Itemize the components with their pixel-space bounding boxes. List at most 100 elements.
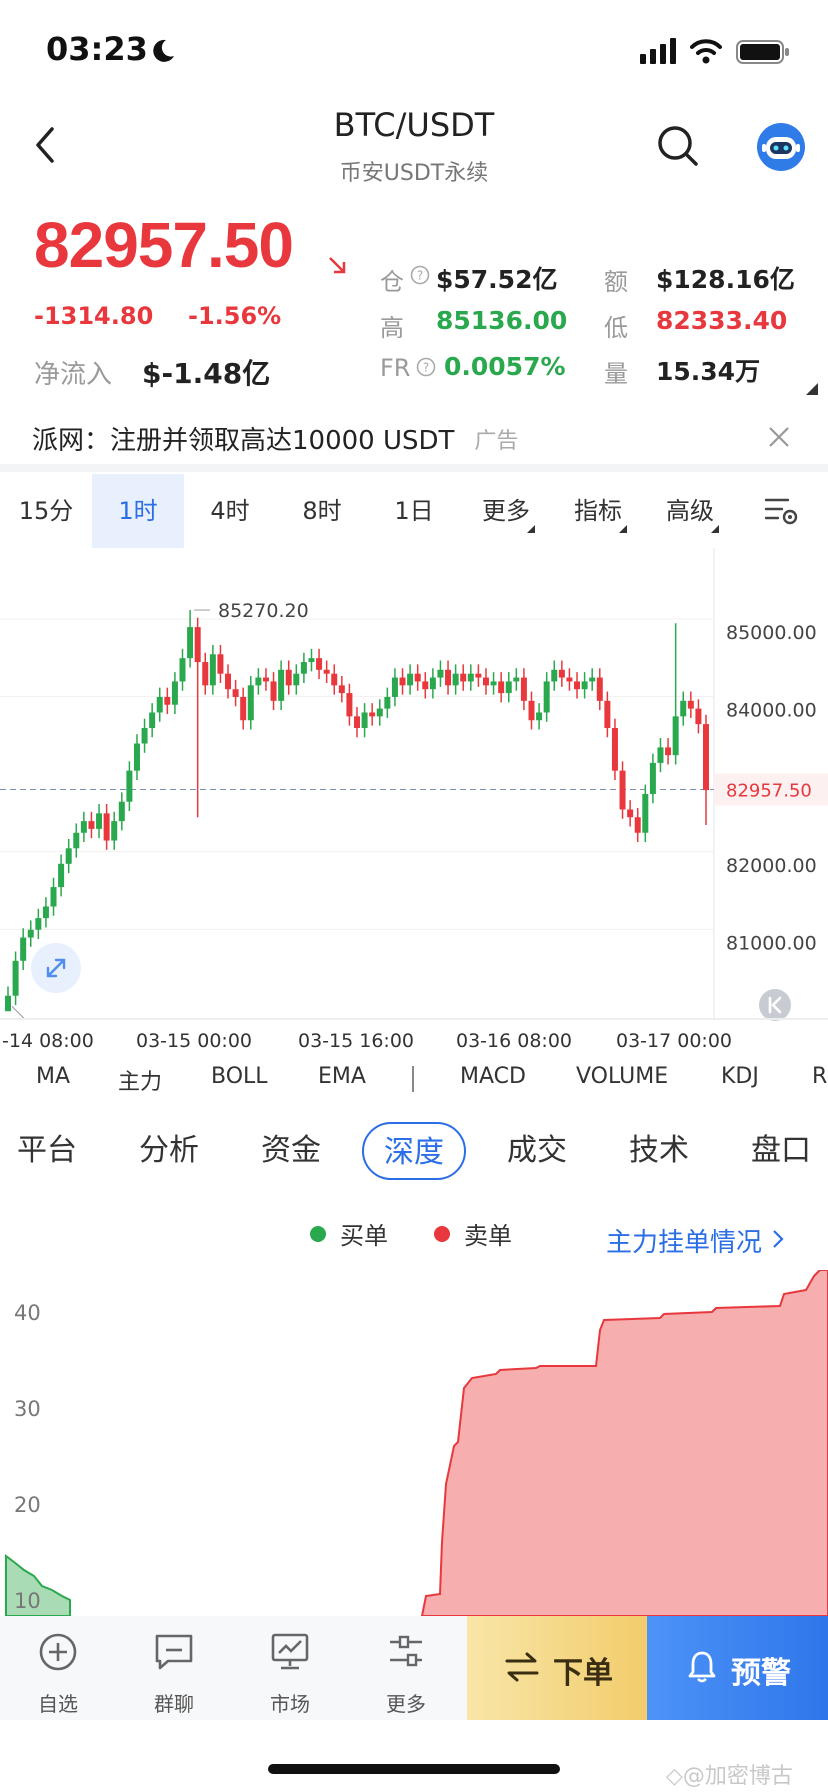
ad-text: 派网：注册并领取高达10000 USDT bbox=[32, 426, 455, 456]
section-tabs: 平台 分析 资金 深度 成交 技术 盘口 bbox=[0, 1122, 828, 1192]
candle-body bbox=[179, 658, 186, 682]
candle-body bbox=[498, 681, 505, 694]
kline-chart[interactable]: 85000.00 84000.00 82000.00 81000.00 82957.50… bbox=[0, 548, 828, 1018]
candle-body bbox=[232, 689, 239, 697]
fr-value: 0.0057% bbox=[444, 352, 566, 381]
candle-body bbox=[627, 809, 634, 818]
min-marker-line bbox=[11, 1006, 25, 1018]
bottom-nav-chat[interactable]: 群聊 bbox=[124, 1616, 224, 1720]
x-tick-label: 03-15 16:00 bbox=[298, 1030, 415, 1052]
interval-tab-15m[interactable]: 15分 bbox=[0, 474, 92, 548]
buy-dot-icon bbox=[310, 1225, 326, 1242]
status-time: 03:23 bbox=[46, 30, 148, 68]
candle-body bbox=[27, 929, 34, 938]
section-tab-depth[interactable]: 深度 bbox=[362, 1122, 466, 1180]
interval-tab-8h[interactable]: 8时 bbox=[276, 474, 368, 548]
indicator-kdj[interactable]: KDJ bbox=[721, 1064, 759, 1089]
legend-sell: 卖单 bbox=[464, 1222, 512, 1250]
candle-body bbox=[407, 673, 414, 686]
candle-body bbox=[414, 673, 421, 682]
price-alert-button[interactable]: 预警 bbox=[647, 1616, 828, 1720]
candle-body bbox=[369, 712, 376, 717]
close-icon[interactable] bbox=[768, 426, 790, 452]
jump-latest-icon[interactable] bbox=[758, 988, 792, 1026]
place-order-button[interactable]: 下单 bbox=[467, 1616, 647, 1720]
fr-label: FR bbox=[380, 354, 411, 382]
y-tick-label: 82000.00 bbox=[726, 855, 817, 877]
help-icon[interactable]: ? bbox=[416, 357, 436, 381]
section-tab-funds[interactable]: 资金 bbox=[244, 1122, 338, 1180]
indicator-volume[interactable]: VOLUME bbox=[576, 1064, 668, 1089]
candle-body bbox=[687, 700, 694, 709]
depth-sell-area bbox=[420, 1270, 828, 1616]
section-tab-trades[interactable]: 成交 bbox=[490, 1122, 584, 1180]
candle-body bbox=[12, 960, 19, 996]
candle-body bbox=[596, 677, 603, 701]
interval-tab-4h[interactable]: 4时 bbox=[184, 474, 276, 548]
candle-body bbox=[520, 677, 527, 701]
candle-body bbox=[665, 747, 672, 756]
indicator-r[interactable]: R bbox=[812, 1064, 827, 1089]
signal-icon bbox=[640, 38, 678, 68]
watermark: ◇@加密博古 bbox=[666, 1764, 793, 1789]
search-icon[interactable] bbox=[656, 124, 700, 172]
svg-text:?: ? bbox=[423, 361, 429, 375]
interval-tab-more[interactable]: 更多 bbox=[460, 474, 552, 548]
section-tab-platform[interactable]: 平台 bbox=[0, 1122, 94, 1180]
help-icon[interactable]: ? bbox=[410, 265, 430, 289]
bottom-nav-market[interactable]: 市场 bbox=[240, 1616, 340, 1720]
ad-banner[interactable]: 派网：注册并领取高达10000 USDT 广告 bbox=[32, 420, 518, 457]
robot-avatar-icon[interactable] bbox=[756, 122, 806, 176]
indicator-main-force[interactable]: 主力 bbox=[118, 1064, 162, 1096]
netflow-label: 净流入 bbox=[34, 360, 113, 390]
fullscreen-icon[interactable] bbox=[30, 942, 82, 998]
ad-tag: 广告 bbox=[474, 428, 519, 454]
candle-body bbox=[209, 654, 216, 686]
indicator-ema[interactable]: EMA bbox=[318, 1064, 366, 1089]
candle-body bbox=[202, 662, 209, 686]
candle-body bbox=[558, 669, 565, 678]
home-indicator bbox=[268, 1764, 560, 1774]
bottom-nav-watchlist[interactable]: 自选 bbox=[8, 1616, 108, 1720]
expand-corner-icon[interactable] bbox=[806, 380, 818, 399]
interval-tab-indicators[interactable]: 指标 bbox=[552, 474, 644, 548]
candle-body bbox=[331, 673, 338, 686]
price-alert-label: 预警 bbox=[731, 1656, 791, 1691]
candle-body bbox=[384, 696, 391, 709]
candle-body bbox=[278, 669, 285, 701]
candle-body bbox=[346, 693, 353, 717]
candle-body bbox=[551, 669, 558, 682]
bottom-nav-more[interactable]: 更多 bbox=[356, 1616, 456, 1720]
section-tab-orderbook[interactable]: 盘口 bbox=[734, 1122, 828, 1180]
high-label: 高 bbox=[380, 314, 404, 342]
candle-body bbox=[354, 716, 360, 728]
chart-settings-icon[interactable] bbox=[764, 496, 798, 530]
indicator-boll[interactable]: BOLL bbox=[211, 1064, 268, 1089]
status-bar: 03:23 bbox=[0, 0, 828, 100]
candle-body bbox=[247, 685, 254, 721]
candle-body bbox=[270, 681, 277, 701]
main-orders-link[interactable]: 主力挂单情况 bbox=[606, 1222, 784, 1259]
candle-body bbox=[300, 662, 307, 674]
page-subtitle: 币安USDT永续 bbox=[339, 161, 489, 186]
high-value: 85136.00 bbox=[436, 306, 568, 335]
depth-chart[interactable]: 40 30 20 10 bbox=[0, 1270, 828, 1616]
candle-body bbox=[634, 817, 641, 833]
legend-buy: 买单 bbox=[340, 1222, 388, 1250]
indicator-ma[interactable]: MA bbox=[36, 1064, 70, 1089]
candle-body bbox=[422, 681, 429, 690]
candle-body bbox=[528, 700, 535, 721]
candle-body bbox=[118, 801, 125, 822]
indicator-macd[interactable]: MACD bbox=[460, 1064, 526, 1089]
interval-tab-advanced[interactable]: 高级 bbox=[644, 474, 736, 548]
section-tab-analysis[interactable]: 分析 bbox=[122, 1122, 216, 1180]
current-price-label: 82957.50 bbox=[726, 780, 812, 801]
candle-body bbox=[505, 681, 512, 694]
indicator-separator bbox=[412, 1066, 414, 1092]
candle-body bbox=[285, 669, 292, 686]
interval-tab-1d[interactable]: 1日 bbox=[368, 474, 460, 548]
interval-tab-1h[interactable]: 1时 bbox=[92, 474, 184, 548]
section-tab-technical[interactable]: 技术 bbox=[612, 1122, 706, 1180]
moon-icon bbox=[150, 38, 176, 68]
more-sliders-icon bbox=[386, 1632, 426, 1676]
